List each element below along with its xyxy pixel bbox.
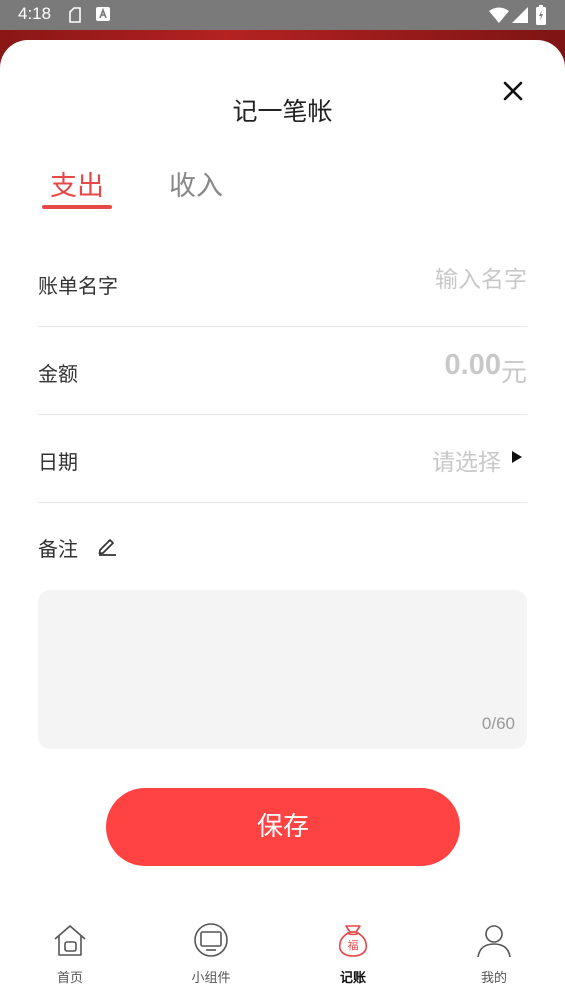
sheet-title: 记一笔帐 (232, 97, 333, 126)
caret-right-icon[interactable] (511, 450, 523, 464)
status-time: 4:18 (18, 4, 52, 23)
nav-widgets[interactable]: 小组件 (166, 915, 256, 1004)
home-icon (54, 925, 86, 956)
keyboard-a-icon (96, 7, 110, 21)
signal-icon (512, 7, 528, 23)
bottom-nav: 首页 小组件 福 记账 我的 (0, 915, 565, 1004)
status-bar: 4:18 (0, 0, 565, 30)
nav-profile-label: 我的 (480, 971, 507, 986)
amount-value[interactable]: 0.00 (445, 349, 501, 382)
tab-expense[interactable]: 支出 (50, 164, 104, 203)
pencil-icon[interactable] (96, 534, 118, 556)
amount-unit: 元 (500, 358, 527, 388)
note-label: 备注 (38, 537, 78, 561)
nav-bookkeeping-label: 记账 (339, 971, 366, 986)
active-tab-indicator (42, 205, 112, 209)
bill-name-row: 账单名字 (38, 238, 527, 327)
nav-home[interactable]: 首页 (25, 915, 115, 1004)
battery-charging-icon (536, 5, 546, 25)
nav-widgets-label: 小组件 (191, 971, 231, 986)
note-box: 0/60 (38, 590, 527, 749)
nav-bookkeeping[interactable]: 福 记账 (308, 915, 398, 1004)
bill-name-input[interactable] (287, 260, 527, 300)
widget-icon (194, 923, 228, 957)
nav-home-label: 首页 (56, 971, 83, 986)
user-icon (477, 925, 511, 958)
fortune-bag-icon: 福 (338, 925, 368, 957)
amount-row[interactable]: 金额 0.00 元 (38, 326, 527, 415)
date-label: 日期 (38, 450, 78, 474)
nav-profile[interactable]: 我的 (449, 915, 539, 1004)
wifi-icon (489, 7, 509, 23)
save-button[interactable]: 保存 (106, 788, 460, 866)
amount-label: 金额 (38, 362, 78, 386)
bill-name-label: 账单名字 (38, 274, 118, 298)
note-textarea[interactable] (52, 602, 513, 702)
add-bill-sheet: 记一笔帐 支出 收入 账单名字 金额 0.00 元 日期 请选择 备注 0/60… (0, 40, 565, 1004)
close-icon[interactable] (500, 78, 526, 104)
notification-icon (69, 7, 81, 23)
tab-income[interactable]: 收入 (169, 164, 223, 203)
note-char-counter: 0/60 (481, 714, 515, 733)
date-picker[interactable]: 请选择 (432, 443, 501, 477)
svg-text:福: 福 (348, 938, 359, 952)
date-row[interactable]: 日期 请选择 (38, 414, 527, 503)
